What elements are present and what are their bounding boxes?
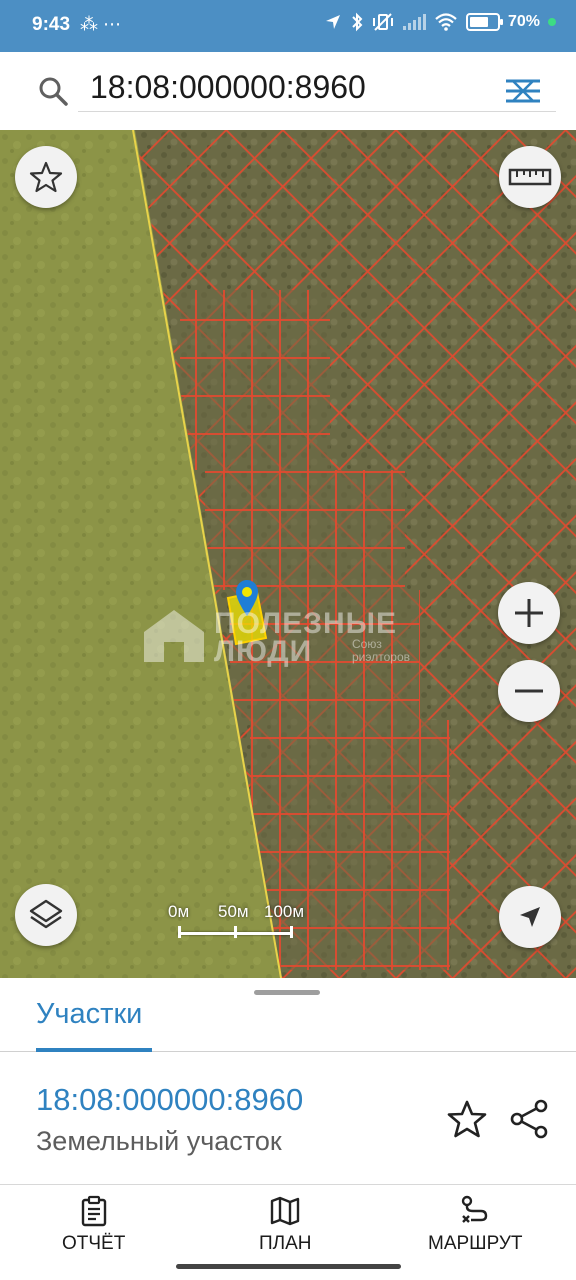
search-input[interactable]: [78, 64, 556, 112]
nav-plan[interactable]: ПЛАН: [259, 1195, 312, 1255]
nav-route[interactable]: МАРШРУТ: [428, 1195, 523, 1255]
bottom-sheet: Участки 18:08:000000:8960 Земельный учас…: [0, 978, 576, 1184]
wifi-icon: [435, 13, 457, 31]
map-scale: 0м 50м 100м: [168, 902, 308, 942]
nav-plan-label: ПЛАН: [259, 1233, 312, 1254]
my-location-icon: [520, 907, 540, 927]
tab-indicator: [36, 1048, 152, 1052]
favorite-star-icon[interactable]: [446, 1098, 488, 1140]
layers-button[interactable]: [15, 884, 77, 946]
nav-route-label: МАРШРУТ: [428, 1233, 523, 1254]
vibrate-off-icon: [372, 13, 393, 31]
my-location-button[interactable]: [499, 886, 561, 948]
zoom-in-icon: [515, 599, 543, 627]
scale-tick: [234, 926, 237, 938]
search-bar: [0, 52, 576, 130]
location-arrow-icon: [325, 15, 340, 29]
scale-tick: [178, 926, 181, 938]
layers-icon: [29, 899, 63, 929]
status-bar: 9:43 ⁂ ⋯ 70%: [0, 0, 576, 52]
ruler-icon: [508, 168, 552, 186]
ruler-button[interactable]: [499, 146, 561, 208]
battery-icon: [465, 13, 503, 31]
bluetooth-icon: [352, 12, 363, 32]
filter-icon[interactable]: [504, 78, 542, 104]
share-icon[interactable]: [508, 1098, 550, 1140]
zoom-out-icon: [515, 689, 543, 693]
watermark-house-icon: [144, 610, 204, 662]
search-icon[interactable]: [38, 76, 68, 106]
scale-label-100: 100м: [264, 902, 305, 921]
parcel-type: Земельный участок: [36, 1126, 282, 1156]
charging-dot: [548, 18, 556, 26]
nav-report-label: ОТЧЁТ: [62, 1233, 126, 1254]
gesture-bar[interactable]: [176, 1264, 401, 1269]
map-icon: [271, 1196, 300, 1226]
battery-value: 70: [507, 13, 526, 30]
status-icons: 70%: [324, 12, 556, 32]
favorites-button[interactable]: [15, 146, 77, 208]
watermark-subtext: Союз риэлторов: [352, 637, 410, 664]
watermark-logo: ПОЛЕЗНЫЕ ЛЮДИ Союз риэлторов: [142, 608, 442, 668]
zoom-in-button[interactable]: [498, 582, 560, 644]
status-time: 9:43: [32, 14, 71, 35]
sheet-drag-handle[interactable]: [254, 990, 320, 995]
map-view[interactable]: ПОЛЕЗНЫЕ ЛЮДИ Союз риэлторов 0м 50м 100м: [0, 130, 576, 978]
favorites-star-icon: [29, 161, 63, 193]
tab-parcels[interactable]: Участки: [36, 998, 142, 1052]
zoom-out-button[interactable]: [498, 660, 560, 722]
parcel-cadastral-number[interactable]: 18:08:000000:8960: [36, 1082, 303, 1118]
nav-report[interactable]: ОТЧЁТ: [62, 1195, 125, 1255]
satellite-map[interactable]: [0, 130, 576, 978]
signal-icon: [402, 14, 426, 30]
route-icon: [462, 1195, 488, 1223]
notification-icons: ⁂ ⋯: [80, 14, 122, 34]
battery-percent: 70%: [507, 13, 540, 30]
clipboard-icon: [81, 1195, 106, 1227]
scale-label-50: 50м: [218, 902, 249, 921]
scale-tick: [290, 926, 293, 938]
scale-label-0: 0м: [168, 902, 190, 921]
